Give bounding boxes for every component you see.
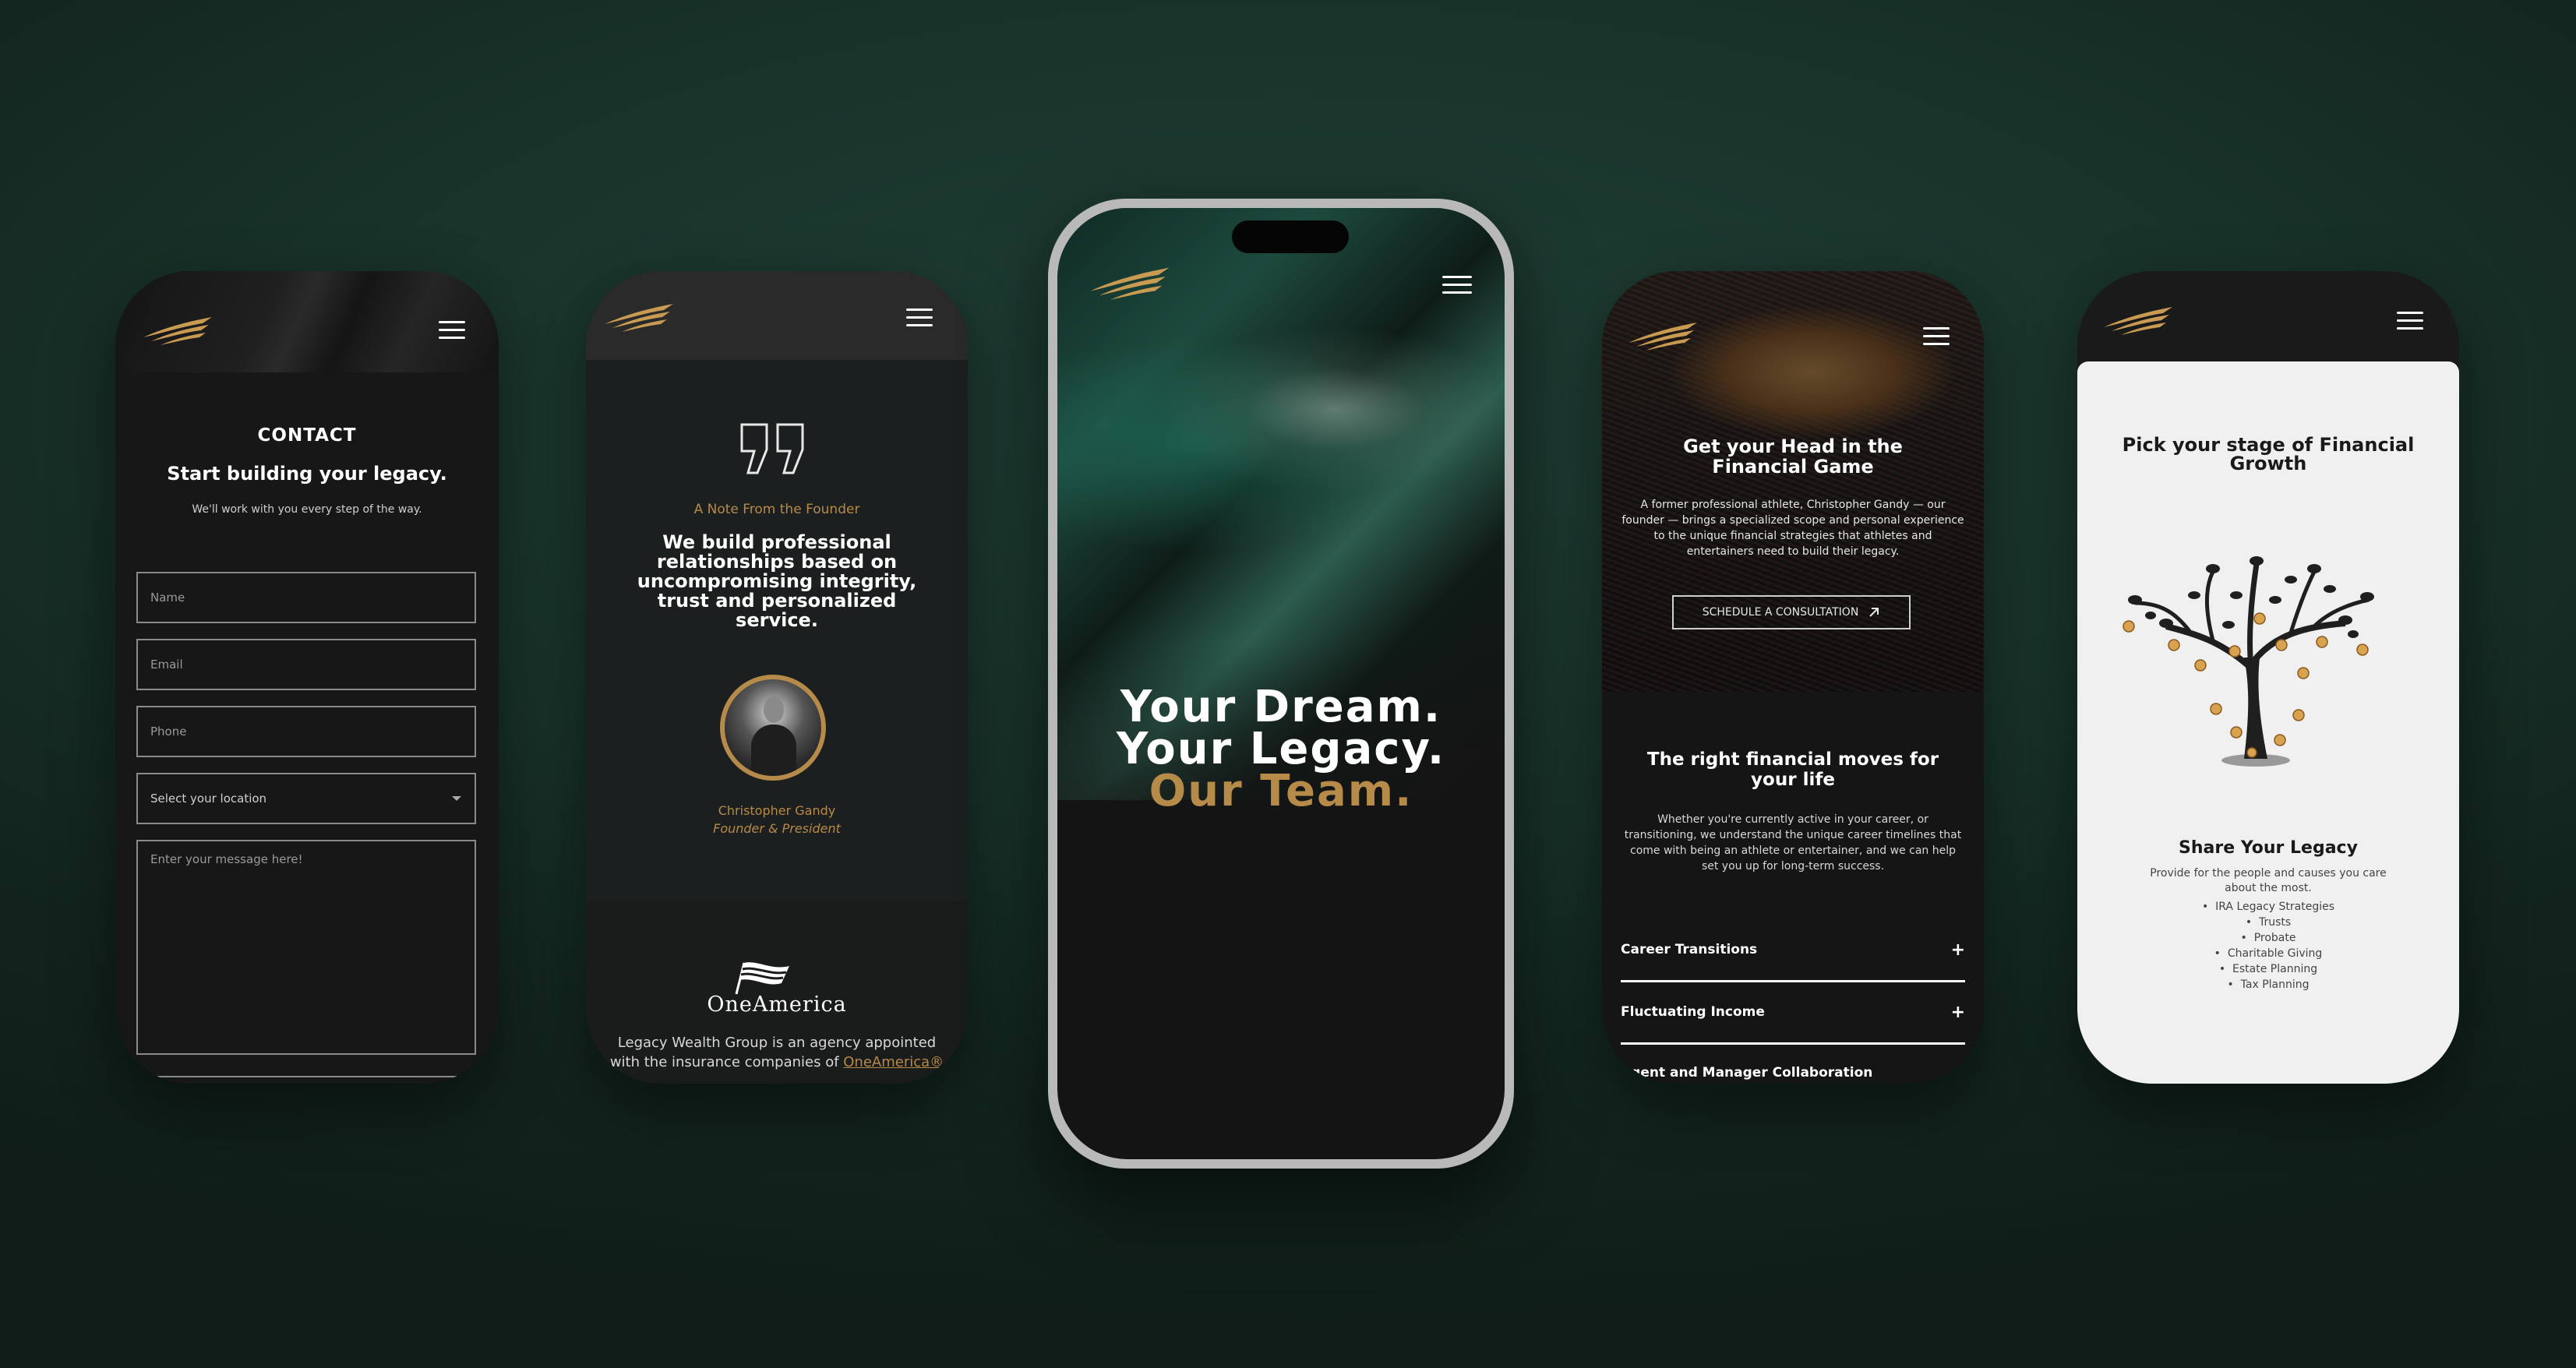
accordion-label: Fluctuating Income: [1621, 1004, 1765, 1020]
oneamerica-flag-icon: [735, 962, 789, 995]
message-textarea[interactable]: Enter your message here!: [136, 840, 476, 1055]
list-item-label: IRA Legacy Strategies: [2215, 901, 2335, 913]
card-title: Share Your Legacy: [2179, 838, 2358, 858]
logo-wings-icon[interactable]: [1087, 264, 1173, 300]
chevron-down-icon: [452, 796, 461, 801]
hamburger-menu-icon[interactable]: [906, 309, 933, 327]
hamburger-menu-icon[interactable]: [2397, 312, 2423, 330]
contact-subtext: We'll work with you every step of the wa…: [192, 503, 422, 516]
founder-quote: We build professional relationships base…: [637, 531, 917, 631]
arrow-up-right-icon: [1869, 608, 1879, 617]
hero-line-3: Our Team.: [1149, 766, 1413, 816]
hamburger-menu-icon[interactable]: [1442, 276, 1472, 294]
list-item-label: Probate: [2253, 932, 2296, 944]
logo-wings-icon[interactable]: [2101, 304, 2175, 335]
logo-wings-icon[interactable]: [140, 314, 215, 345]
submit-button-edge[interactable]: [154, 1076, 458, 1084]
avatar-figure: [751, 725, 796, 776]
agency-disclosure: Legacy Wealth Group is an agency appoint…: [603, 1033, 951, 1072]
founder-name: Christopher Gandy: [718, 803, 836, 818]
list-item: • Tax Planning: [2227, 978, 2310, 991]
light-content-card: Pick your stage of Financial Growth Shar…: [2077, 361, 2459, 1084]
list-item-label: Trusts: [2258, 916, 2292, 929]
list-item-label: Estate Planning: [2232, 963, 2318, 975]
logo-wings-icon[interactable]: [602, 301, 676, 332]
phone-field[interactable]: Phone: [136, 706, 476, 757]
name-placeholder: Name: [150, 591, 185, 605]
money-tree-illustration: [2123, 556, 2374, 767]
plus-icon: +: [1950, 940, 1965, 960]
location-value: Select your location: [150, 792, 267, 806]
email-placeholder: Email: [150, 658, 183, 672]
device-screen: Your Dream. Your Legacy. Our Team.: [1057, 208, 1505, 1159]
plus-icon: +: [1950, 1063, 1965, 1083]
quote-icon: [740, 423, 804, 474]
growth-title: Pick your stage of Financial Growth: [2122, 434, 2415, 474]
cta-label: SCHEDULE A CONSULTATION: [1702, 606, 1859, 619]
email-field[interactable]: Email: [136, 639, 476, 690]
accordion-agent-manager[interactable]: Agent and Manager Collaboration +: [1621, 1042, 1965, 1084]
card-text: Provide for the people and causes you ca…: [2150, 867, 2387, 894]
list-item: • Trusts: [2245, 916, 2292, 929]
contact-heading: Start building your legacy.: [167, 463, 447, 485]
name-field[interactable]: Name: [136, 572, 476, 623]
list-item: • IRA Legacy Strategies: [2201, 901, 2335, 913]
hamburger-menu-icon[interactable]: [439, 321, 465, 340]
phone-placeholder: Phone: [150, 725, 187, 739]
location-select[interactable]: Select your location: [136, 773, 476, 824]
phone-athletes: Get your Head in the Financial Game A fo…: [1602, 271, 1984, 1084]
list-item: • Estate Planning: [2218, 963, 2318, 975]
plus-icon: +: [1950, 1002, 1965, 1022]
partner-logo-text: OneAmerica: [707, 993, 847, 1017]
hamburger-menu-icon[interactable]: [1923, 327, 1950, 346]
founder-avatar: [720, 675, 826, 781]
message-placeholder: Enter your message here!: [150, 852, 303, 866]
list-item-label: Tax Planning: [2240, 978, 2310, 991]
accordion-label: Career Transitions: [1621, 942, 1758, 957]
phone-growth: Pick your stage of Financial Growth Shar…: [2077, 271, 2459, 1084]
hero-title: Get your Head in the Financial Game: [1683, 435, 1903, 478]
accordion-label: Agent and Manager Collaboration: [1621, 1065, 1873, 1081]
phone-contact: CONTACT Start building your legacy. We'l…: [115, 271, 499, 1084]
phone-hero-device: Your Dream. Your Legacy. Our Team.: [1048, 199, 1514, 1169]
schedule-consultation-button[interactable]: SCHEDULE A CONSULTATION: [1672, 595, 1911, 629]
section-title: The right financial moves for your life: [1646, 749, 1939, 790]
section-text: Whether you're currently active in your …: [1624, 813, 1962, 873]
oneamerica-link[interactable]: OneAmerica®: [843, 1054, 944, 1070]
founder-title: Founder & President: [713, 821, 841, 836]
founder-eyebrow: A Note From the Founder: [693, 502, 860, 517]
dynamic-island: [1232, 220, 1349, 253]
accordion-career-transitions[interactable]: Career Transitions +: [1621, 919, 1965, 982]
avatar-head: [764, 696, 784, 723]
logo-wings-icon[interactable]: [1625, 319, 1700, 351]
contact-eyebrow: CONTACT: [257, 425, 357, 446]
list-item: • Charitable Giving: [2214, 947, 2323, 960]
phone-founder: A Note From the Founder We build profess…: [586, 271, 968, 1084]
list-item-label: Charitable Giving: [2227, 947, 2323, 960]
list-item: • Probate: [2240, 932, 2296, 944]
service-list: • IRA Legacy Strategies • Trusts • Proba…: [2077, 899, 2459, 993]
accordion-fluctuating-income[interactable]: Fluctuating Income +: [1621, 982, 1965, 1045]
hero-text: A former professional athlete, Christoph…: [1621, 499, 1964, 558]
